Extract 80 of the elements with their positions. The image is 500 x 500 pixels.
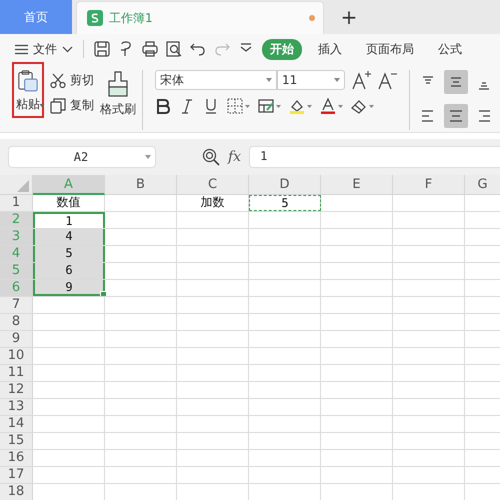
table-cell: 数值 xyxy=(33,195,105,211)
caret-icon[interactable] xyxy=(276,104,281,108)
print-icon[interactable] xyxy=(142,41,158,57)
table-cell: 9 xyxy=(33,280,105,296)
workbook-tab[interactable]: 工作簿1 xyxy=(76,1,324,34)
name-box[interactable]: A2 xyxy=(8,146,156,168)
align-middle-icon[interactable] xyxy=(444,70,468,94)
table-cell: 1 xyxy=(33,212,105,228)
new-tab-button[interactable]: + xyxy=(324,0,374,34)
file-menu[interactable]: 文件 xyxy=(15,40,73,58)
row-header[interactable]: 8 xyxy=(0,314,33,330)
row-header[interactable]: 12 xyxy=(0,382,33,398)
caret-icon[interactable] xyxy=(307,104,312,108)
paintbrush-icon xyxy=(107,71,129,97)
row-header[interactable]: 9 xyxy=(0,331,33,347)
row-header[interactable]: 17 xyxy=(0,467,33,483)
row-header[interactable]: 1 xyxy=(0,195,33,211)
ribbon-tab[interactable]: 公式 xyxy=(430,38,470,60)
table-cell: 5 xyxy=(249,195,321,211)
underline-icon[interactable] xyxy=(203,98,219,114)
table-cell: 4 xyxy=(33,229,105,245)
borders-icon[interactable] xyxy=(227,98,243,114)
conditional-format-icon[interactable] xyxy=(258,98,274,114)
row-header[interactable]: 10 xyxy=(0,348,33,364)
decrease-font-icon[interactable] xyxy=(377,70,397,90)
column-header[interactable]: C xyxy=(177,175,249,195)
bold-icon[interactable] xyxy=(155,98,171,114)
caret-icon xyxy=(266,78,272,82)
cut-button[interactable]: 剪切 xyxy=(50,72,94,89)
zoom-icon[interactable] xyxy=(202,148,220,166)
caret-icon xyxy=(39,104,45,107)
font-color-icon[interactable] xyxy=(320,98,336,114)
column-header[interactable]: E xyxy=(321,175,393,195)
row-header[interactable]: 16 xyxy=(0,450,33,466)
font-size-dropdown[interactable]: 11 xyxy=(277,70,345,90)
spreadsheet-icon xyxy=(87,10,103,26)
caret-icon xyxy=(145,155,151,159)
paste-button[interactable]: 粘贴 xyxy=(12,62,44,118)
column-header[interactable]: F xyxy=(393,175,465,195)
caret-icon[interactable] xyxy=(245,104,250,108)
table-cell: 加数 xyxy=(177,195,249,211)
caret-icon[interactable] xyxy=(338,104,343,108)
row-header[interactable]: 11 xyxy=(0,365,33,381)
fill-handle[interactable] xyxy=(100,291,107,296)
row-header[interactable]: 7 xyxy=(0,297,33,313)
ribbon-tab[interactable]: 开始 xyxy=(262,38,302,60)
copy-button[interactable]: 复制 xyxy=(50,97,94,114)
caret-icon xyxy=(334,78,340,82)
row-header[interactable]: 15 xyxy=(0,433,33,449)
column-header[interactable]: B xyxy=(105,175,177,195)
align-center-icon[interactable] xyxy=(444,104,468,128)
undo-icon[interactable] xyxy=(190,41,206,57)
column-header[interactable]: D xyxy=(249,175,321,195)
format-painter-button[interactable]: 格式刷 xyxy=(100,64,136,118)
ribbon-tab[interactable]: 插入 xyxy=(310,38,350,60)
column-header[interactable]: G xyxy=(465,175,500,195)
table-cell: 6 xyxy=(33,263,105,279)
increase-font-icon[interactable] xyxy=(351,70,371,90)
row-header[interactable]: 13 xyxy=(0,399,33,415)
font-dropdown[interactable]: 宋体 xyxy=(155,70,277,90)
copy-icon xyxy=(50,98,66,114)
clipboard-icon xyxy=(16,70,40,92)
eraser-icon[interactable] xyxy=(351,98,367,114)
triangle-icon xyxy=(17,180,29,192)
row-header[interactable]: 18 xyxy=(0,484,33,500)
table-cell: 5 xyxy=(33,246,105,262)
fill-color-icon[interactable] xyxy=(289,98,305,114)
ribbon-tab[interactable]: 页面布局 xyxy=(358,38,422,60)
scissors-icon xyxy=(50,72,66,88)
formula-field[interactable]: 1 xyxy=(249,146,500,168)
function-button[interactable]: fx xyxy=(228,149,242,165)
chevron-down-icon xyxy=(62,46,73,52)
caret-icon[interactable] xyxy=(369,104,374,108)
menu-icon xyxy=(15,44,28,54)
tab-title: 工作簿1 xyxy=(109,10,153,26)
print-preview-icon[interactable] xyxy=(166,41,182,57)
save-icon[interactable] xyxy=(94,41,110,57)
row-header[interactable]: 14 xyxy=(0,416,33,432)
home-tab[interactable]: 首页 xyxy=(0,0,72,34)
italic-icon[interactable] xyxy=(179,98,195,114)
